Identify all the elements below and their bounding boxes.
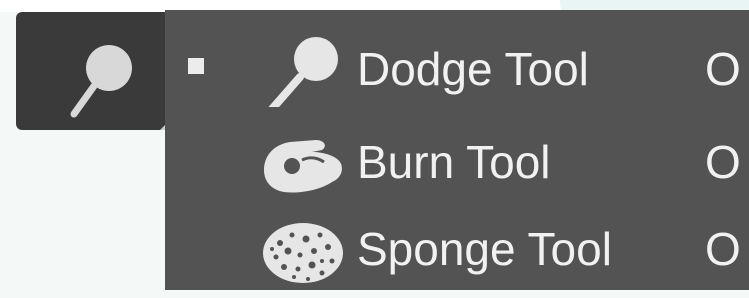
- menu-item-label: Sponge Tool: [357, 223, 612, 275]
- menu-item-label: Burn Tool: [357, 136, 551, 188]
- menu-item-shortcut: O: [705, 223, 741, 275]
- menu-item-sponge-tool[interactable]: Sponge Tool O: [165, 205, 749, 298]
- dodge-tool-icon: [70, 45, 132, 118]
- menu-item-burn-tool[interactable]: Burn Tool O: [165, 118, 749, 211]
- menu-item-dodge-tool[interactable]: Dodge Tool O: [165, 25, 749, 118]
- dodge-tool-button[interactable]: [16, 12, 172, 130]
- menu-item-shortcut: O: [705, 136, 741, 188]
- burn-tool-icon: [264, 140, 342, 193]
- selected-marker-icon: [188, 58, 204, 74]
- sponge-tool-icon: [263, 223, 343, 283]
- menu-item-shortcut: O: [705, 43, 741, 95]
- dodge-tool-icon: [268, 37, 338, 107]
- menu-item-label: Dodge Tool: [357, 43, 589, 95]
- tool-flyout-menu: Dodge Tool O Burn Tool O Sponge Tool O: [165, 10, 749, 290]
